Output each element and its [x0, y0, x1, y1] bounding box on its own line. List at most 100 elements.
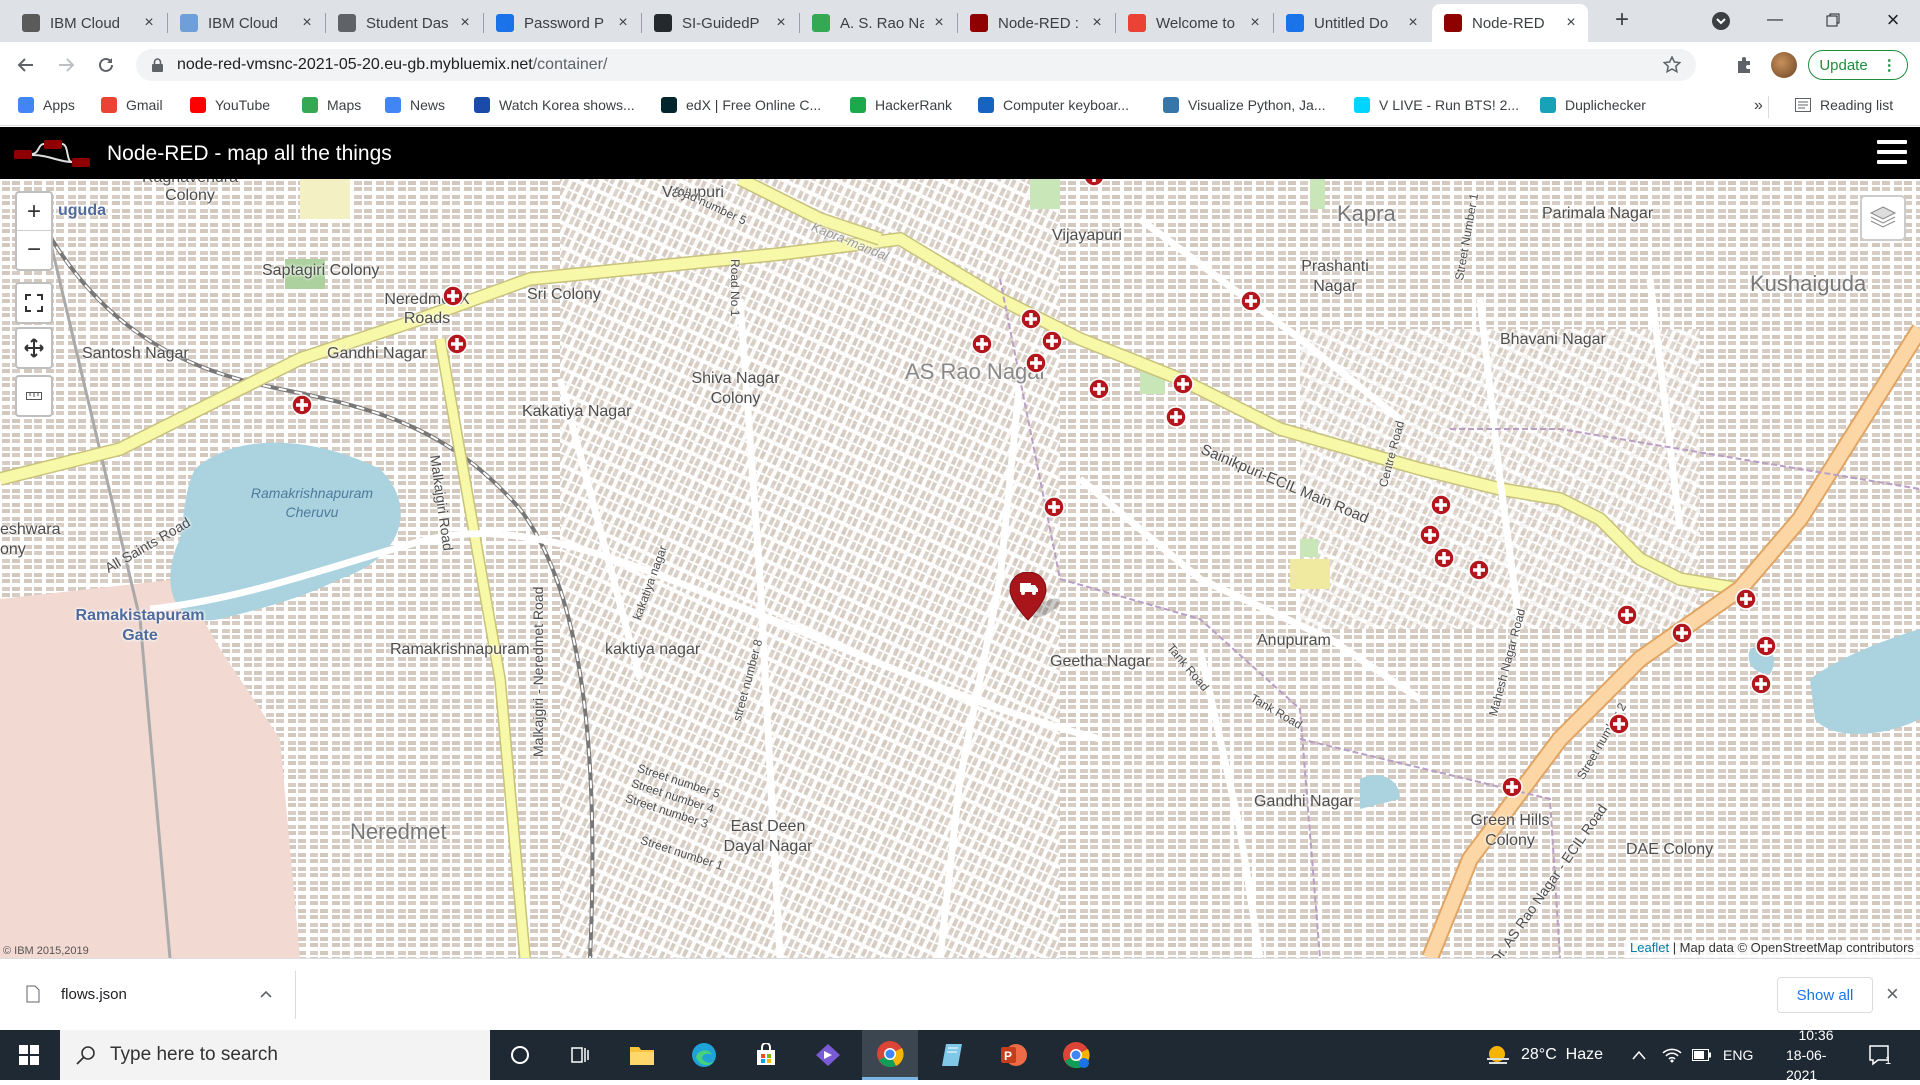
- notification-center-button[interactable]: 1: [1868, 1030, 1892, 1080]
- clock[interactable]: 10:36 18-06-2021: [1786, 1027, 1846, 1083]
- layers-button[interactable]: [1860, 195, 1906, 241]
- hospital-marker-icon[interactable]: [1171, 372, 1195, 396]
- close-tab-icon[interactable]: ×: [1246, 14, 1264, 32]
- chrome-profile-button[interactable]: [1048, 1030, 1104, 1080]
- bookmark-item[interactable]: YouTube: [190, 97, 270, 113]
- reload-button[interactable]: [90, 49, 122, 81]
- bookmark-item[interactable]: Gmail: [101, 97, 163, 113]
- zoom-in-button[interactable]: +: [17, 193, 51, 231]
- browser-tab[interactable]: IBM Cloud ×: [10, 4, 166, 42]
- browser-tab[interactable]: Node-RED : ×: [958, 4, 1114, 42]
- back-button[interactable]: [10, 49, 42, 81]
- bookmark-item[interactable]: News: [385, 97, 445, 113]
- vehicle-location-marker[interactable]: [1008, 572, 1078, 632]
- bookmark-item[interactable]: Duplichecker: [1540, 97, 1646, 113]
- taskbar-search-box[interactable]: Type here to search: [60, 1030, 490, 1080]
- hospital-marker-icon[interactable]: [1467, 558, 1491, 582]
- close-download-bar-button[interactable]: ×: [1886, 981, 1899, 1007]
- hospital-marker-icon[interactable]: [1670, 621, 1694, 645]
- show-all-button[interactable]: Show all: [1777, 977, 1873, 1013]
- weather-widget[interactable]: 28°C Haze: [1485, 1030, 1603, 1080]
- restore-button[interactable]: [1810, 0, 1856, 40]
- hamburger-menu-button[interactable]: [1877, 140, 1907, 166]
- hospital-marker-icon[interactable]: [1432, 546, 1456, 570]
- edge-button[interactable]: [676, 1030, 732, 1080]
- fullscreen-control[interactable]: [15, 282, 53, 324]
- store-button[interactable]: [738, 1030, 794, 1080]
- powerpoint-button[interactable]: P: [986, 1030, 1042, 1080]
- close-tab-icon[interactable]: ×: [140, 14, 158, 32]
- browser-tab[interactable]: Untitled Do ×: [1274, 4, 1430, 42]
- hospital-marker-icon[interactable]: [1040, 329, 1064, 353]
- browser-tab[interactable]: Password P ×: [484, 4, 640, 42]
- hospital-marker-icon[interactable]: [970, 332, 994, 356]
- bookmark-item[interactable]: Maps: [302, 97, 361, 113]
- new-tab-button[interactable]: +: [1606, 4, 1638, 36]
- hospital-marker-icon[interactable]: [441, 284, 465, 308]
- close-tab-icon[interactable]: ×: [1404, 14, 1422, 32]
- locate-control[interactable]: [15, 327, 53, 369]
- hospital-marker-icon[interactable]: [1239, 289, 1263, 313]
- reading-list-button[interactable]: Reading list: [1795, 97, 1893, 113]
- close-tab-icon[interactable]: ×: [456, 14, 474, 32]
- map-view[interactable]: Raghavendra Colony Vayupuri Vijayapuri K…: [0, 179, 1920, 958]
- close-tab-icon[interactable]: ×: [772, 14, 790, 32]
- hospital-marker-icon[interactable]: [1024, 351, 1048, 375]
- hospital-marker-icon[interactable]: [290, 393, 314, 417]
- address-bar[interactable]: node-red-vmsnc-2021-05-20.eu-gb.mybluemi…: [136, 49, 1696, 81]
- hospital-marker-icon[interactable]: [1087, 377, 1111, 401]
- notepad-button[interactable]: [924, 1030, 980, 1080]
- bookmark-item[interactable]: Computer keyboar...: [978, 97, 1129, 113]
- bookmark-item[interactable]: V LIVE - Run BTS! 2...: [1354, 97, 1519, 113]
- close-tab-icon[interactable]: ×: [930, 14, 948, 32]
- bookmark-item[interactable]: HackerRank: [850, 97, 952, 113]
- battery-button[interactable]: [1692, 1030, 1712, 1080]
- hospital-marker-icon[interactable]: [445, 332, 469, 356]
- ruler-control[interactable]: [15, 375, 53, 417]
- star-icon[interactable]: [1663, 56, 1681, 74]
- tab-search-button[interactable]: [1705, 5, 1737, 37]
- bookmark-item[interactable]: edX | Free Online C...: [661, 97, 821, 113]
- chevron-up-icon[interactable]: [260, 990, 272, 998]
- close-window-button[interactable]: ×: [1870, 0, 1916, 40]
- browser-tab[interactable]: SI-GuidedP ×: [642, 4, 798, 42]
- hospital-marker-icon[interactable]: [1042, 495, 1066, 519]
- browser-tab[interactable]: Student Das ×: [326, 4, 482, 42]
- close-tab-icon[interactable]: ×: [298, 14, 316, 32]
- zoom-out-button[interactable]: −: [17, 231, 51, 269]
- hospital-marker-icon[interactable]: [1734, 587, 1758, 611]
- bookmark-item[interactable]: Visualize Python, Ja...: [1163, 97, 1325, 113]
- network-button[interactable]: [1662, 1030, 1682, 1080]
- profile-button[interactable]: [1768, 49, 1800, 81]
- hospital-marker-icon[interactable]: [1429, 493, 1453, 517]
- leaflet-link[interactable]: Leaflet: [1630, 940, 1669, 955]
- bookmark-item[interactable]: Watch Korea shows...: [474, 97, 635, 113]
- hospital-marker-icon[interactable]: [1418, 523, 1442, 547]
- more-bookmarks-button[interactable]: »: [1754, 97, 1763, 115]
- task-view-button[interactable]: [552, 1030, 608, 1080]
- browser-tab[interactable]: Welcome to ×: [1116, 4, 1272, 42]
- hospital-marker-icon[interactable]: [1615, 603, 1639, 627]
- browser-tab[interactable]: Node-RED ×: [1432, 4, 1588, 42]
- hospital-marker-icon[interactable]: [1754, 634, 1778, 658]
- hospital-marker-icon[interactable]: [1019, 307, 1043, 331]
- minimize-button[interactable]: —: [1752, 0, 1798, 40]
- chrome-button[interactable]: [862, 1030, 918, 1080]
- hospital-marker-icon[interactable]: [1164, 405, 1188, 429]
- close-tab-icon[interactable]: ×: [1088, 14, 1106, 32]
- forward-button[interactable]: [50, 49, 82, 81]
- visual-studio-button[interactable]: [800, 1030, 856, 1080]
- show-hidden-icons-button[interactable]: [1632, 1030, 1646, 1080]
- extensions-button[interactable]: [1728, 49, 1760, 81]
- update-button[interactable]: Update ⋮: [1808, 50, 1908, 80]
- browser-tab[interactable]: A. S. Rao Na ×: [800, 4, 956, 42]
- hospital-marker-icon[interactable]: [1607, 712, 1631, 736]
- file-explorer-button[interactable]: [614, 1030, 670, 1080]
- bookmark-item[interactable]: Apps: [18, 97, 75, 113]
- browser-tab[interactable]: IBM Cloud ×: [168, 4, 324, 42]
- start-button[interactable]: [0, 1030, 58, 1080]
- cortana-button[interactable]: [492, 1030, 548, 1080]
- hospital-marker-icon[interactable]: [1500, 775, 1524, 799]
- language-indicator[interactable]: ENG: [1723, 1030, 1753, 1080]
- close-tab-icon[interactable]: ×: [614, 14, 632, 32]
